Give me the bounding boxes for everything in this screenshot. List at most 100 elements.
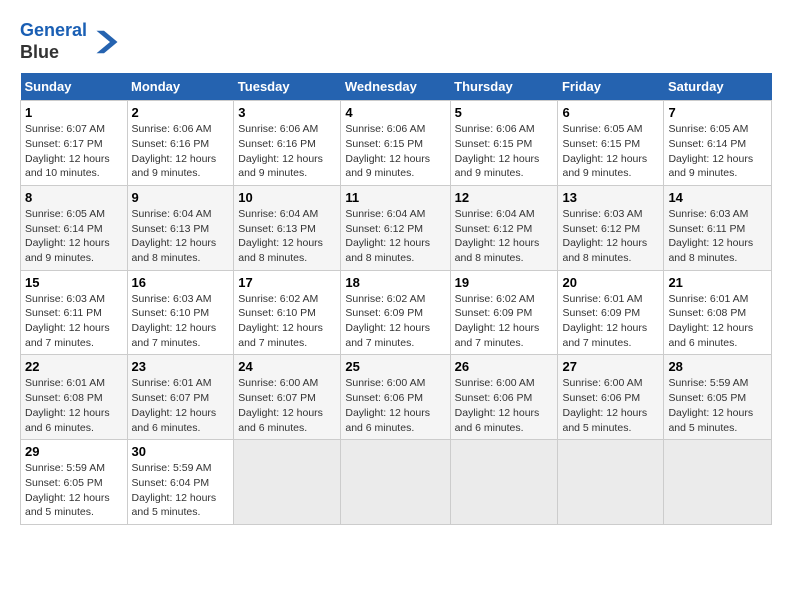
calendar-header-sunday: Sunday [21, 73, 128, 101]
calendar-cell: 14 Sunrise: 6:03 AMSunset: 6:11 PMDayligh… [664, 185, 772, 270]
calendar-week-2: 8 Sunrise: 6:05 AMSunset: 6:14 PMDaylight… [21, 185, 772, 270]
calendar-cell: 13 Sunrise: 6:03 AMSunset: 6:12 PMDayligh… [558, 185, 664, 270]
day-info: Sunrise: 6:05 AMSunset: 6:14 PMDaylight:… [668, 122, 767, 181]
day-info: Sunrise: 6:02 AMSunset: 6:09 PMDaylight:… [345, 292, 445, 351]
calendar-cell: 24 Sunrise: 6:00 AMSunset: 6:07 PMDayligh… [234, 355, 341, 440]
day-number: 30 [132, 444, 230, 459]
calendar-cell: 7 Sunrise: 6:05 AMSunset: 6:14 PMDaylight… [664, 101, 772, 186]
day-info: Sunrise: 6:05 AMSunset: 6:14 PMDaylight:… [25, 207, 123, 266]
calendar-header-thursday: Thursday [450, 73, 558, 101]
calendar-header-monday: Monday [127, 73, 234, 101]
day-number: 4 [345, 105, 445, 120]
day-number: 24 [238, 359, 336, 374]
calendar-cell: 15 Sunrise: 6:03 AMSunset: 6:11 PMDayligh… [21, 270, 128, 355]
day-number: 16 [132, 275, 230, 290]
calendar-header-saturday: Saturday [664, 73, 772, 101]
day-info: Sunrise: 6:01 AMSunset: 6:09 PMDaylight:… [562, 292, 659, 351]
calendar-cell [234, 440, 341, 525]
day-number: 3 [238, 105, 336, 120]
day-number: 1 [25, 105, 123, 120]
day-info: Sunrise: 6:06 AMSunset: 6:16 PMDaylight:… [132, 122, 230, 181]
day-info: Sunrise: 5:59 AMSunset: 6:05 PMDaylight:… [668, 376, 767, 435]
calendar-header-row: SundayMondayTuesdayWednesdayThursdayFrid… [21, 73, 772, 101]
calendar-cell: 21Sunrise: 6:01 AMSunset: 6:08 PMDayligh… [664, 270, 772, 355]
day-info: Sunrise: 6:00 AMSunset: 6:06 PMDaylight:… [345, 376, 445, 435]
calendar-week-4: 22 Sunrise: 6:01 AMSunset: 6:08 PMDayligh… [21, 355, 772, 440]
day-number: 28 [668, 359, 767, 374]
calendar-header-wednesday: Wednesday [341, 73, 450, 101]
calendar-cell: 27 Sunrise: 6:00 AMSunset: 6:06 PMDayligh… [558, 355, 664, 440]
calendar-week-3: 15 Sunrise: 6:03 AMSunset: 6:11 PMDayligh… [21, 270, 772, 355]
day-info: Sunrise: 6:04 AMSunset: 6:13 PMDaylight:… [132, 207, 230, 266]
day-number: 13 [562, 190, 659, 205]
day-number: 20 [562, 275, 659, 290]
calendar-cell: 20 Sunrise: 6:01 AMSunset: 6:09 PMDayligh… [558, 270, 664, 355]
calendar-cell: 17 Sunrise: 6:02 AMSunset: 6:10 PMDayligh… [234, 270, 341, 355]
day-number: 9 [132, 190, 230, 205]
day-info: Sunrise: 6:06 AMSunset: 6:16 PMDaylight:… [238, 122, 336, 181]
day-info: Sunrise: 6:02 AMSunset: 6:10 PMDaylight:… [238, 292, 336, 351]
calendar-cell: 4 Sunrise: 6:06 AMSunset: 6:15 PMDaylight… [341, 101, 450, 186]
calendar-cell: 29 Sunrise: 5:59 AMSunset: 6:05 PMDayligh… [21, 440, 128, 525]
calendar-cell: 1 Sunrise: 6:07 AMSunset: 6:17 PMDaylight… [21, 101, 128, 186]
day-info: Sunrise: 6:03 AMSunset: 6:12 PMDaylight:… [562, 207, 659, 266]
day-number: 12 [455, 190, 554, 205]
calendar-cell: 3 Sunrise: 6:06 AMSunset: 6:16 PMDaylight… [234, 101, 341, 186]
calendar-cell: 6Sunrise: 6:05 AMSunset: 6:15 PMDaylight… [558, 101, 664, 186]
calendar-header-friday: Friday [558, 73, 664, 101]
calendar-cell: 26 Sunrise: 6:00 AMSunset: 6:06 PMDayligh… [450, 355, 558, 440]
calendar-cell [450, 440, 558, 525]
calendar-cell: 2 Sunrise: 6:06 AMSunset: 6:16 PMDaylight… [127, 101, 234, 186]
day-info: Sunrise: 6:04 AMSunset: 6:12 PMDaylight:… [345, 207, 445, 266]
day-info: Sunrise: 6:00 AMSunset: 6:07 PMDaylight:… [238, 376, 336, 435]
day-number: 8 [25, 190, 123, 205]
day-number: 22 [25, 359, 123, 374]
calendar-cell: 5Sunrise: 6:06 AMSunset: 6:15 PMDaylight… [450, 101, 558, 186]
logo: GeneralBlue [20, 20, 119, 63]
day-number: 18 [345, 275, 445, 290]
day-info: Sunrise: 6:00 AMSunset: 6:06 PMDaylight:… [562, 376, 659, 435]
day-number: 7 [668, 105, 767, 120]
calendar-header-tuesday: Tuesday [234, 73, 341, 101]
day-number: 19 [455, 275, 554, 290]
day-number: 11 [345, 190, 445, 205]
day-number: 10 [238, 190, 336, 205]
day-info: Sunrise: 6:04 AMSunset: 6:12 PMDaylight:… [455, 207, 554, 266]
day-number: 26 [455, 359, 554, 374]
day-info: Sunrise: 6:03 AMSunset: 6:11 PMDaylight:… [668, 207, 767, 266]
day-info: Sunrise: 6:01 AMSunset: 6:08 PMDaylight:… [25, 376, 123, 435]
calendar-cell: 23 Sunrise: 6:01 AMSunset: 6:07 PMDayligh… [127, 355, 234, 440]
day-info: Sunrise: 6:03 AMSunset: 6:10 PMDaylight:… [132, 292, 230, 351]
day-info: Sunrise: 6:03 AMSunset: 6:11 PMDaylight:… [25, 292, 123, 351]
calendar-cell: 11 Sunrise: 6:04 AMSunset: 6:12 PMDayligh… [341, 185, 450, 270]
day-number: 14 [668, 190, 767, 205]
day-info: Sunrise: 6:04 AMSunset: 6:13 PMDaylight:… [238, 207, 336, 266]
day-number: 25 [345, 359, 445, 374]
calendar-body: 1 Sunrise: 6:07 AMSunset: 6:17 PMDaylight… [21, 101, 772, 525]
day-number: 15 [25, 275, 123, 290]
calendar-cell: 12 Sunrise: 6:04 AMSunset: 6:12 PMDayligh… [450, 185, 558, 270]
day-number: 29 [25, 444, 123, 459]
day-number: 17 [238, 275, 336, 290]
calendar-cell: 10 Sunrise: 6:04 AMSunset: 6:13 PMDayligh… [234, 185, 341, 270]
day-info: Sunrise: 6:00 AMSunset: 6:06 PMDaylight:… [455, 376, 554, 435]
day-info: Sunrise: 6:07 AMSunset: 6:17 PMDaylight:… [25, 122, 123, 181]
day-number: 5 [455, 105, 554, 120]
page-header: GeneralBlue [20, 20, 772, 63]
calendar-cell: 19Sunrise: 6:02 AMSunset: 6:09 PMDayligh… [450, 270, 558, 355]
day-number: 23 [132, 359, 230, 374]
day-info: Sunrise: 6:01 AMSunset: 6:07 PMDaylight:… [132, 376, 230, 435]
calendar-cell: 9 Sunrise: 6:04 AMSunset: 6:13 PMDaylight… [127, 185, 234, 270]
day-info: Sunrise: 6:06 AMSunset: 6:15 PMDaylight:… [345, 122, 445, 181]
day-number: 2 [132, 105, 230, 120]
logo-text: GeneralBlue [20, 20, 87, 63]
day-info: Sunrise: 6:01 AMSunset: 6:08 PMDaylight:… [668, 292, 767, 351]
calendar-cell: 30Sunrise: 5:59 AMSunset: 6:04 PMDayligh… [127, 440, 234, 525]
logo-icon [89, 27, 119, 57]
calendar-cell: 25 Sunrise: 6:00 AMSunset: 6:06 PMDayligh… [341, 355, 450, 440]
day-number: 27 [562, 359, 659, 374]
calendar-cell: 8 Sunrise: 6:05 AMSunset: 6:14 PMDaylight… [21, 185, 128, 270]
calendar-week-1: 1 Sunrise: 6:07 AMSunset: 6:17 PMDaylight… [21, 101, 772, 186]
calendar-cell [664, 440, 772, 525]
day-info: Sunrise: 5:59 AMSunset: 6:05 PMDaylight:… [25, 461, 123, 520]
